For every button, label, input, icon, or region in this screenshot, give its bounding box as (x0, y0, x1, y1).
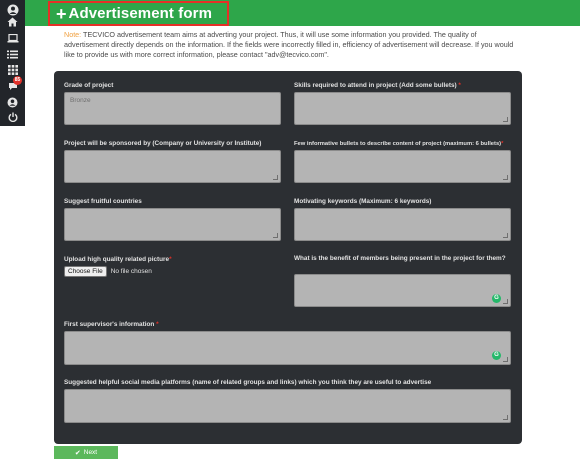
keywords-textarea[interactable] (294, 208, 511, 241)
next-button[interactable]: ✔ Next (54, 446, 118, 459)
skills-label: Skills required to attend in project (Ad… (294, 82, 461, 89)
list-icon[interactable] (4, 47, 21, 61)
laptop-icon[interactable] (4, 31, 21, 45)
grade-label: Grade of project (64, 82, 114, 89)
supervisor-label: First supervisor's information * (64, 321, 159, 328)
bullets-label: Few informative bullets to describe cont… (294, 141, 504, 147)
resize-handle[interactable] (503, 117, 508, 122)
resize-handle[interactable] (503, 299, 508, 304)
notification-badge: 85 (13, 76, 22, 85)
home-icon[interactable] (4, 15, 21, 29)
page-title-text: Advertisement form (68, 5, 213, 22)
benefit-label: What is the benefit of members being pre… (294, 255, 506, 262)
supervisor-textarea[interactable]: G (64, 331, 511, 365)
grammarly-icon[interactable]: G (492, 294, 501, 303)
resize-handle[interactable] (503, 175, 508, 180)
social-textarea[interactable] (64, 389, 511, 423)
check-icon: ✔ (74, 449, 81, 457)
chat-icon[interactable]: 85 (4, 76, 22, 93)
notice-label: Note: (64, 30, 82, 39)
grade-value: Bronze (70, 97, 91, 104)
grid-icon[interactable] (4, 63, 21, 77)
page-title: + Advertisement form (48, 1, 229, 26)
grade-field[interactable]: Bronze (64, 92, 281, 125)
file-status: No file chosen (110, 268, 152, 275)
resize-handle[interactable] (503, 233, 508, 238)
countries-textarea[interactable] (64, 208, 281, 241)
bullets-textarea[interactable] (294, 150, 511, 183)
sponsor-label: Project will be sponsored by (Company or… (64, 140, 262, 147)
countries-label: Suggest fruitful countries (64, 198, 142, 205)
resize-handle[interactable] (503, 357, 508, 362)
skills-textarea[interactable] (294, 92, 511, 125)
social-label: Suggested helpful social media platforms… (64, 379, 432, 386)
resize-handle[interactable] (273, 175, 278, 180)
resize-handle[interactable] (273, 233, 278, 238)
benefit-textarea[interactable]: G (294, 274, 511, 307)
file-upload: Choose File No file chosen (64, 266, 152, 277)
sponsor-textarea[interactable] (64, 150, 281, 183)
page: 85 + Advertisement form Note: TECVICO ad… (0, 0, 580, 466)
grammarly-icon[interactable]: G (492, 351, 501, 360)
keywords-label: Motivating keywords (Maximum: 6 keywords… (294, 198, 432, 205)
power-icon[interactable] (4, 110, 21, 124)
picture-label: Upload high quality related picture* (64, 256, 172, 263)
account-icon[interactable] (4, 95, 21, 109)
plus-icon: + (56, 3, 67, 24)
sidebar: 85 (0, 0, 25, 126)
notice-body: TECVICO advertisement team aims at adver… (64, 30, 514, 59)
resize-handle[interactable] (503, 415, 508, 420)
notice-text: Note: TECVICO advertisement team aims at… (64, 30, 516, 60)
next-label: Next (83, 449, 98, 456)
choose-file-button[interactable]: Choose File (64, 266, 107, 277)
